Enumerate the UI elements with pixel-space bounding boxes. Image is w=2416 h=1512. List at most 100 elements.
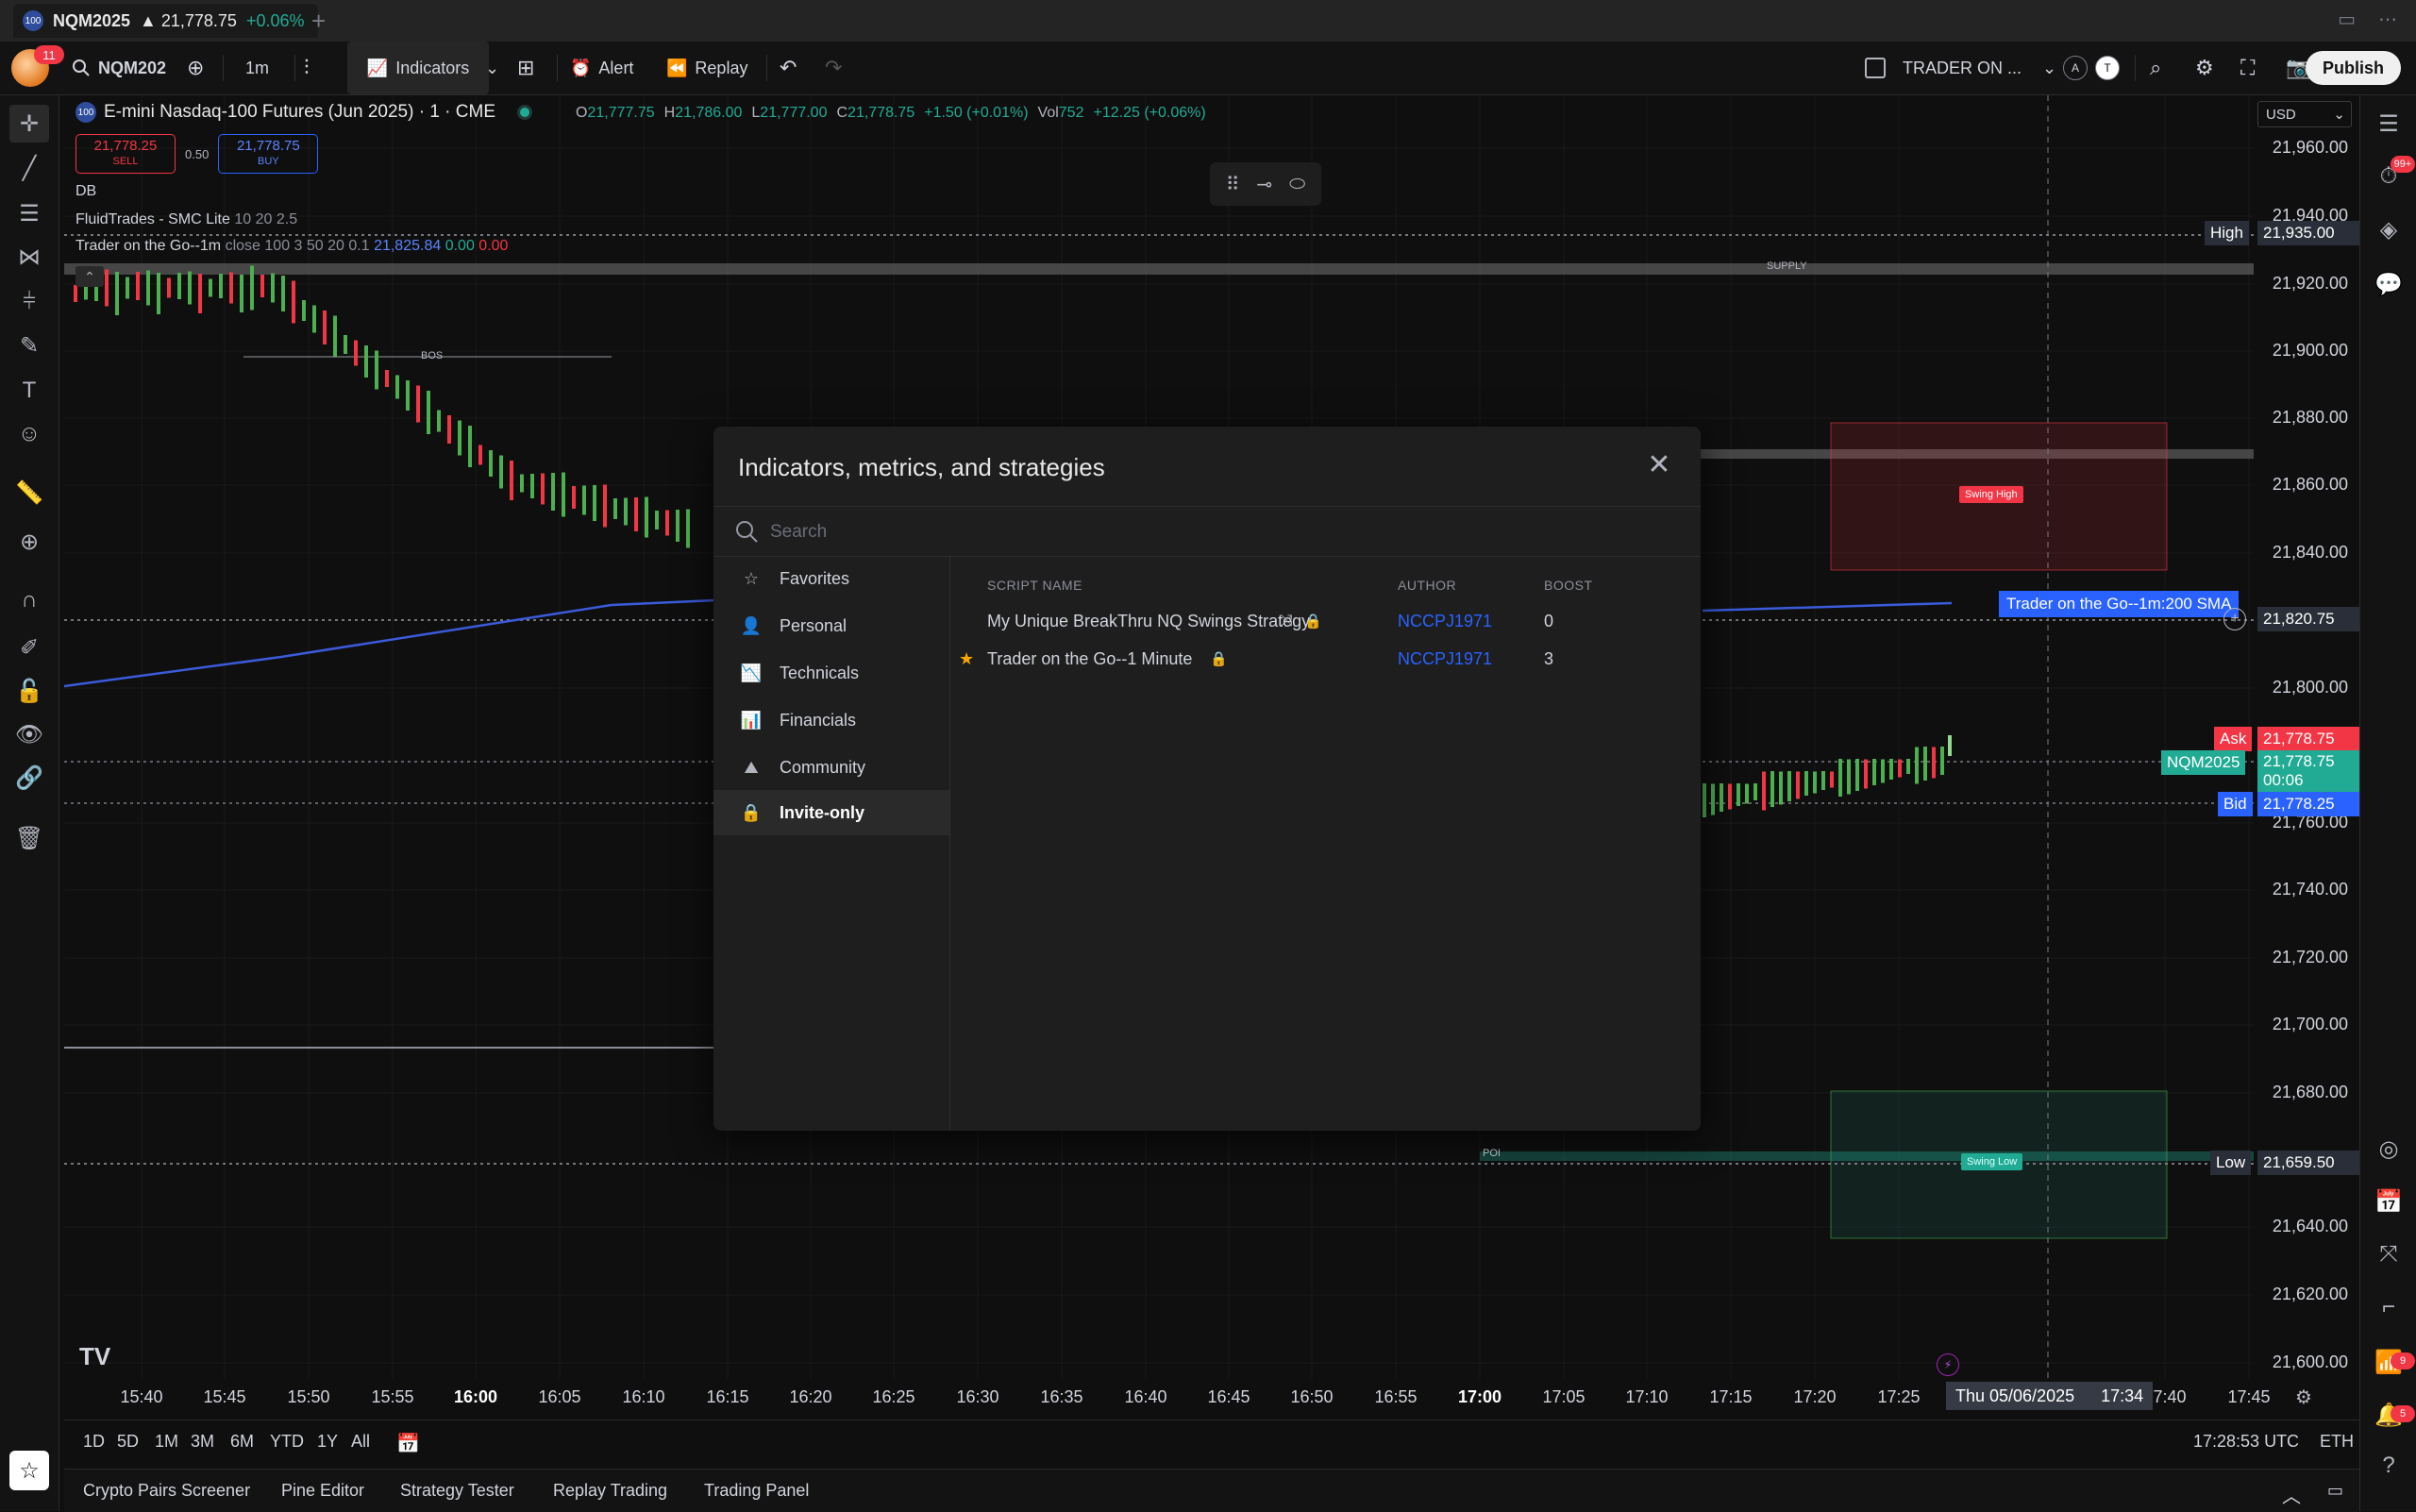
chart-type-button[interactable]: ⫶ [304,42,310,94]
target-icon[interactable]: ◎ [2374,1134,2404,1164]
interval-button[interactable]: 1m [245,42,269,94]
chevron-up-icon[interactable]: ︿ [2282,1481,2301,1508]
sell-button[interactable]: 21,778.25 SELL [76,134,176,174]
tab-replay-trading[interactable]: Replay Trading [553,1481,667,1501]
nav-community[interactable]: ⛰ Community [713,745,949,790]
trash-icon[interactable]: 🗑 [15,824,43,852]
nav-invite-only[interactable]: 🔒 Invite-only [713,790,949,835]
script-name: My Unique BreakThru NQ Swings Strategy [987,611,1311,630]
crosshair-tool-icon[interactable]: ✛ [9,105,49,143]
favorite-star-icon[interactable]: ☆ [9,1451,49,1490]
indicators-button[interactable]: 📈 Indicators [347,42,489,94]
time-axis-settings-icon[interactable]: ⚙ [2295,1386,2312,1409]
fullscreen-button[interactable]: ⛶ [2240,42,2255,94]
price-tick: 21,960.00 [2272,138,2348,157]
range-5d[interactable]: 5D [117,1432,139,1452]
more-icon[interactable]: ⋯ [2378,8,2397,31]
redo-button[interactable]: ↷ [825,42,842,94]
replay-button[interactable]: ⏪ Replay [666,42,747,94]
add-price-alert-button[interactable]: + [2223,608,2246,630]
help-icon[interactable]: ? [2374,1451,2404,1481]
tab-crypto-pairs-screener[interactable]: Crypto Pairs Screener [83,1481,250,1501]
favorite-star-icon[interactable]: ★ [959,649,974,669]
maximize-panel-icon[interactable]: ▭ [2327,1481,2343,1501]
range-3m[interactable]: 3M [191,1432,214,1452]
shape-tool-icon[interactable]: ⬭ [1289,174,1305,195]
new-tab-button[interactable]: + [311,7,326,36]
tab-strategy-tester[interactable]: Strategy Tester [400,1481,514,1501]
utc-clock[interactable]: 17:28:53 UTC [2193,1432,2299,1452]
symbol-search[interactable]: NQM202 [72,42,166,94]
publish-button[interactable]: Publish [2305,51,2401,85]
fib-tool-icon[interactable]: ☰ [15,199,43,227]
nav-financials[interactable]: 📊 Financials [713,697,949,743]
indicator-fluidtrades[interactable]: FluidTrades - SMC Lite 10 20 2.5 [76,211,297,228]
undo-button[interactable]: ↶ [780,42,797,94]
script-author[interactable]: NCCPJ1971 [1398,649,1492,669]
calendar-icon[interactable]: 📅 [2374,1186,2404,1217]
zoom-in-icon[interactable]: ⊕ [15,528,43,556]
price-tick: 21,600.00 [2272,1352,2348,1371]
compare-button[interactable]: ⊕ [187,42,204,94]
lightning-event-icon[interactable]: ⚡ [1937,1353,1959,1376]
range-1m[interactable]: 1M [155,1432,178,1452]
eye-icon[interactable]: 👁 [15,720,43,748]
link-icon[interactable]: 🔗 [15,764,43,792]
pattern-tool-icon[interactable]: ⋈ [15,243,43,271]
brush-icon[interactable]: ✎ [15,331,43,360]
session-toggle[interactable]: ETH [2320,1432,2354,1452]
watchlist-icon[interactable]: ☰ [2374,109,2404,139]
time-axis[interactable]: 15:40 15:45 15:50 15:55 16:00 16:05 16:10 16:15… [64,1378,2270,1416]
chart-title[interactable]: E-mini Nasdaq-100 Futures (Jun 2025) · 1… [104,102,495,123]
chat-icon[interactable]: 💬 [2374,269,2404,299]
indicator-trader-on-the-go[interactable]: Trader on the Go--1m close 100 3 50 20 0… [76,238,508,255]
screen-icon[interactable]: ▭ [2338,8,2356,31]
trend-line-icon[interactable]: ╱ [15,154,43,182]
buy-button[interactable]: 21,778.75 BUY [218,134,319,174]
text-tool-icon[interactable]: T [15,377,43,405]
range-all[interactable]: All [351,1432,370,1452]
account-a[interactable]: A [2063,42,2088,94]
chart-line-icon[interactable]: ⌐ [2374,1292,2404,1322]
drag-handle-icon[interactable]: ⠿ [1226,173,1240,196]
range-6m[interactable]: 6M [230,1432,254,1452]
close-icon[interactable]: ✕ [1642,447,1676,481]
forecast-tool-icon[interactable]: ⫩ [15,288,43,316]
search-input[interactable] [768,516,1621,548]
range-ytd[interactable]: YTD [270,1432,304,1452]
magnet-icon[interactable]: ∩ [15,586,43,614]
collapse-legend-button[interactable]: ⌃ [76,266,104,287]
tab-pine-editor[interactable]: Pine Editor [281,1481,364,1501]
emoji-icon[interactable]: ☺ [15,420,43,448]
calendar-icon[interactable]: 📅 [396,1432,420,1455]
tab-trading-panel[interactable]: Trading Panel [704,1481,809,1501]
stay-drawing-icon[interactable]: ✐ [15,633,43,662]
time-tick: 16:40 [1124,1387,1167,1406]
settings-button[interactable]: ⚙ [2195,42,2214,94]
currency-selector[interactable]: USD ⌄ [2257,101,2352,127]
range-1y[interactable]: 1Y [317,1432,338,1452]
script-author[interactable]: NCCPJ1971 [1398,612,1492,631]
ruler-icon[interactable]: 📏 [15,479,43,507]
indicator-db[interactable]: DB [76,183,96,200]
indicators-dropdown[interactable]: ⌄ [485,42,499,94]
range-1d[interactable]: 1D [83,1432,105,1452]
account-t[interactable]: T [2095,42,2120,94]
script-row[interactable]: My Unique BreakThru NQ Swings Strategy ⤨… [951,602,1701,640]
layout-selector[interactable]: TRADER ON ... ⌄ [1865,42,2056,94]
ideas-icon[interactable]: ⤧ [2374,1239,2404,1269]
nav-technicals[interactable]: 📉 Technicals [713,650,949,696]
alert-button[interactable]: ⏰ Alert [570,42,633,94]
horizontal-line-icon[interactable]: ⊸ [1256,173,1272,196]
symbol-search-text: NQM202 [98,58,167,77]
layouts-button[interactable]: ⊞ [517,42,534,94]
nav-personal[interactable]: 👤 Personal [713,603,949,648]
layers-icon[interactable]: ◈ [2374,214,2404,244]
lock-icon[interactable]: 🔓 [15,677,43,705]
script-row[interactable]: ★ Trader on the Go--1 Minute 🔒 NCCPJ1971… [951,640,1701,678]
layout-square-icon [1865,58,1886,78]
column-author: AUTHOR [1398,578,1457,593]
quick-search-button[interactable]: ⌕ [2150,42,2161,94]
symbol-tab[interactable]: 100 NQM2025 ▲ 21,778.75 +0.06% [13,4,318,38]
nav-favorites[interactable]: ☆ Favorites [713,556,949,601]
